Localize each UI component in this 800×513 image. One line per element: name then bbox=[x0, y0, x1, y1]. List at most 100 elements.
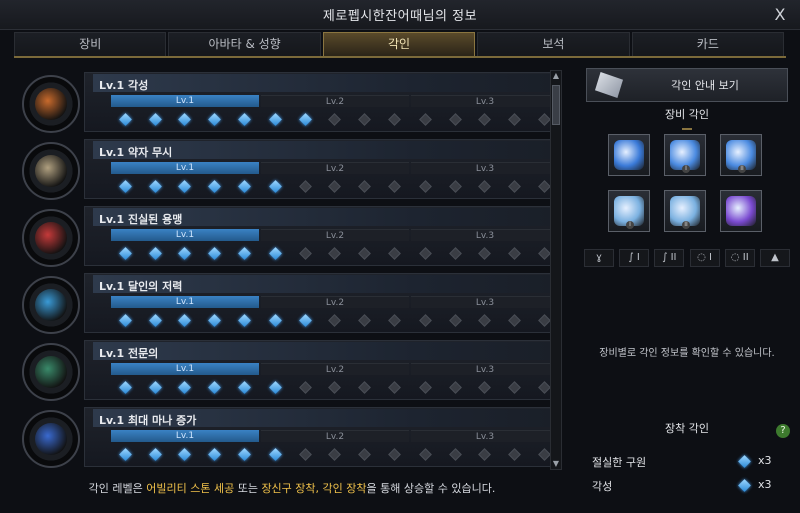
scrollbar[interactable]: ▲ ▼ bbox=[550, 70, 562, 470]
node-gem-icon bbox=[387, 179, 401, 193]
engraving-row[interactable]: Lv.1 최대 마나 증가 Lv.1 Lv.2 Lv.3 bbox=[22, 407, 560, 470]
engraving-row[interactable]: Lv.1 달인의 저력 Lv.1 Lv.2 Lv.3 bbox=[22, 273, 560, 336]
node-gem-icon bbox=[269, 112, 283, 126]
tier-badge: I bbox=[626, 221, 634, 229]
node-gem-icon bbox=[269, 380, 283, 394]
ignore-weak-icon bbox=[22, 142, 80, 200]
node-gem-icon bbox=[387, 380, 401, 394]
node-gem-icon bbox=[358, 447, 371, 461]
node-gem-icon bbox=[149, 112, 162, 126]
node-gem-icon bbox=[178, 246, 192, 260]
level-segment: Lv.2 bbox=[261, 430, 409, 442]
necklace-filter-icon[interactable]: ɣ bbox=[584, 249, 614, 267]
engraving-row[interactable]: Lv.1 전문의 Lv.1 Lv.2 Lv.3 bbox=[22, 340, 560, 403]
engraving-row[interactable]: Lv.1 진실된 용맹 Lv.1 Lv.2 Lv.3 bbox=[22, 206, 560, 269]
engraving-portrait-art bbox=[35, 356, 67, 388]
node-gem-icon bbox=[449, 313, 462, 327]
node-gem-icon bbox=[119, 112, 133, 126]
node-gem-icon bbox=[119, 380, 133, 394]
node-gem-icon bbox=[508, 380, 521, 394]
node-gem-icon bbox=[237, 246, 251, 260]
hint-highlight-equip: 장신구 장착, 각인 장착 bbox=[261, 482, 367, 495]
node-group bbox=[411, 379, 559, 395]
node-group bbox=[111, 245, 259, 261]
node-gem-icon bbox=[149, 179, 162, 193]
node-gem-icon bbox=[449, 179, 462, 193]
tab-bar: 장비 아바타 & 성향 각인 보석 카드 bbox=[14, 32, 786, 56]
node-gem-icon bbox=[237, 179, 251, 193]
necklace-slot[interactable] bbox=[608, 134, 650, 176]
node-gem-icon bbox=[149, 246, 162, 260]
node-gem-icon bbox=[537, 179, 551, 193]
node-gem-icon bbox=[508, 112, 521, 126]
node-gem-icon bbox=[537, 447, 551, 461]
node-gem-icon bbox=[419, 246, 433, 260]
node-gem-icon bbox=[178, 380, 192, 394]
stone-filter-icon[interactable]: ▲ bbox=[759, 249, 790, 267]
node-gem-icon bbox=[269, 313, 283, 327]
level-segment: Lv.3 bbox=[411, 162, 559, 174]
tab-gems[interactable]: 보석 bbox=[477, 32, 630, 56]
tab-engraving[interactable]: 각인 bbox=[322, 32, 476, 56]
ability-stone-slot[interactable] bbox=[720, 190, 762, 232]
mounted-count: x3 bbox=[758, 478, 772, 491]
scroll-thumb[interactable] bbox=[552, 85, 560, 125]
level-segment: Lv.1 bbox=[111, 430, 259, 442]
earring-1-filter-icon[interactable]: ∫ I bbox=[619, 249, 650, 267]
window-title: 제로펩시한잔어때님의 정보 bbox=[322, 9, 478, 24]
engraving-bar: Lv.1 진실된 용맹 Lv.1 Lv.2 Lv.3 bbox=[84, 206, 560, 266]
earring-1-slot[interactable]: I bbox=[664, 134, 706, 176]
mounted-name: 절실한 구원 bbox=[592, 456, 647, 469]
node-gem-icon bbox=[208, 447, 221, 461]
node-gem-icon bbox=[478, 246, 492, 260]
tab-cards[interactable]: 카드 bbox=[631, 32, 785, 56]
engraving-name: Lv.1 달인의 저력 bbox=[99, 280, 183, 293]
scroll-up-icon[interactable]: ▲ bbox=[551, 71, 561, 81]
ring-2-slot[interactable]: II bbox=[664, 190, 706, 232]
node-gem-icon bbox=[478, 313, 492, 327]
tab-avatar[interactable]: 아바타 & 성향 bbox=[168, 32, 321, 56]
ring-2-filter-icon[interactable]: ◌ II bbox=[724, 249, 755, 267]
node-gem-icon bbox=[478, 380, 492, 394]
tab-underline bbox=[14, 56, 786, 58]
node-gem-icon bbox=[387, 112, 401, 126]
specialist-icon bbox=[22, 343, 80, 401]
help-icon[interactable]: ? bbox=[776, 424, 790, 438]
level-segment: Lv.2 bbox=[261, 162, 409, 174]
tab-equipment[interactable]: 장비 bbox=[14, 32, 167, 56]
name-strip bbox=[93, 342, 553, 360]
node-gem-icon bbox=[178, 313, 192, 327]
node-gem-icon bbox=[358, 246, 371, 260]
level-segment: Lv.3 bbox=[411, 430, 559, 442]
master-strength-icon bbox=[22, 276, 80, 334]
earring-2-slot[interactable]: II bbox=[720, 134, 762, 176]
close-icon[interactable]: X bbox=[770, 5, 790, 25]
node-group bbox=[261, 379, 409, 395]
engraving-name: Lv.1 최대 마나 증가 bbox=[99, 414, 197, 427]
awakening-icon bbox=[22, 75, 80, 133]
engraving-row[interactable]: Lv.1 각성 Lv.1 Lv.2 Lv.3 bbox=[22, 72, 560, 135]
engraving-guide-button[interactable]: 각인 안내 보기 bbox=[586, 68, 788, 102]
node-group bbox=[411, 111, 559, 127]
title-bar: 제로펩시한잔어때님의 정보 X bbox=[0, 0, 800, 30]
name-strip bbox=[93, 74, 553, 92]
node-gem-icon bbox=[478, 179, 492, 193]
ring-1-slot[interactable]: I bbox=[608, 190, 650, 232]
node-gem-icon bbox=[478, 447, 492, 461]
scroll-down-icon[interactable]: ▼ bbox=[551, 459, 561, 469]
node-gem-icon bbox=[358, 179, 371, 193]
node-gem-icon bbox=[478, 112, 492, 126]
node-group bbox=[111, 312, 259, 328]
node-gem-icon bbox=[119, 246, 133, 260]
earring-2-filter-icon[interactable]: ∫ II bbox=[654, 249, 685, 267]
accessory-art bbox=[726, 196, 756, 226]
node-gem-icon bbox=[269, 246, 283, 260]
engraving-portrait-art bbox=[35, 289, 67, 321]
node-gem-icon bbox=[537, 246, 551, 260]
ring-1-filter-icon[interactable]: ◌ I bbox=[689, 249, 720, 267]
node-gem-icon bbox=[208, 112, 221, 126]
node-gem-icon bbox=[269, 447, 283, 461]
engraving-row[interactable]: Lv.1 약자 무시 Lv.1 Lv.2 Lv.3 bbox=[22, 139, 560, 202]
tier-badge: II bbox=[738, 165, 746, 173]
node-gem-icon bbox=[269, 179, 283, 193]
